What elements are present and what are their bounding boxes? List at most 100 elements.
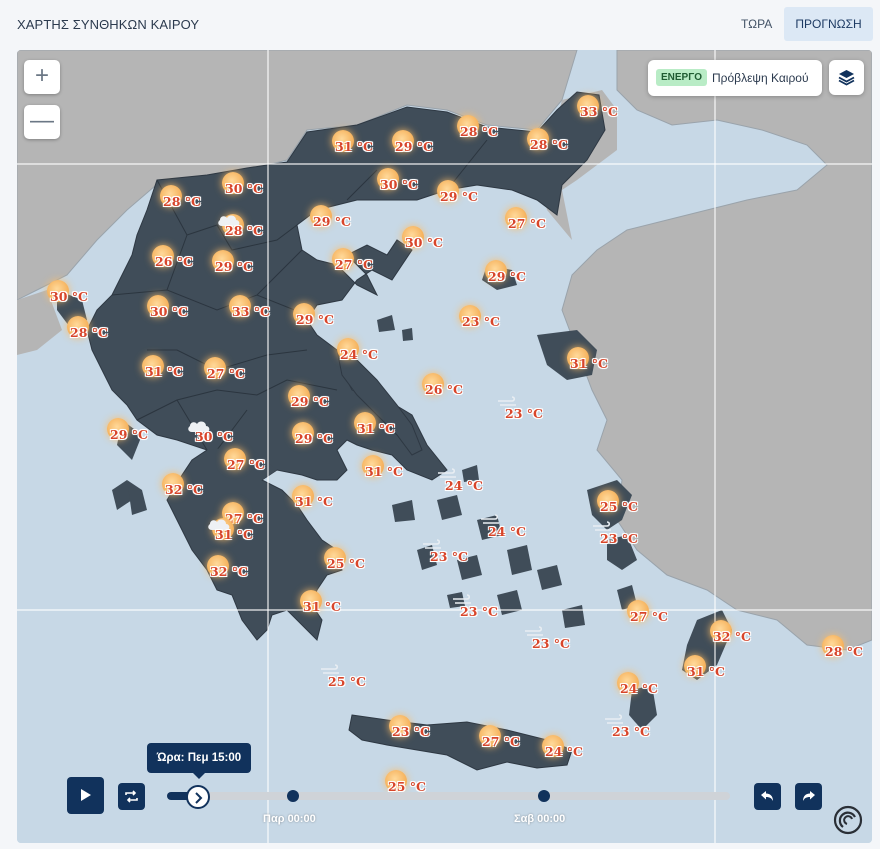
weather-marker[interactable]: 30 °C <box>377 168 437 198</box>
weather-marker[interactable]: 24 °C <box>617 672 677 702</box>
weather-marker[interactable]: 23 °C <box>525 626 589 657</box>
page-title: ΧΑΡΤΗΣ ΣΥΝΘΗΚΩΝ ΚΑΙΡΟΥ <box>17 17 200 32</box>
weather-marker[interactable]: 29 °C <box>437 180 497 210</box>
temperature-label: 32 °C <box>165 482 203 497</box>
temperature-label: 31 °C <box>357 421 395 436</box>
weather-marker[interactable]: 33 °C <box>577 95 637 125</box>
weather-marker[interactable]: 29 °C <box>292 422 352 452</box>
temperature-label: 28 °C <box>825 644 863 659</box>
weather-marker[interactable]: 24 °C <box>438 468 502 499</box>
weather-marker[interactable]: 24 °C <box>481 514 545 545</box>
weather-marker[interactable]: 32 °C <box>710 620 770 650</box>
weather-marker[interactable]: 29 °C <box>310 205 370 235</box>
status-badge: ΕΝΕΡΓΟ <box>656 69 708 86</box>
temperature-label: 25 °C <box>328 674 366 689</box>
weather-marker[interactable]: 27 °C <box>332 248 392 278</box>
weather-marker[interactable]: 27 °C <box>204 357 264 387</box>
weather-marker[interactable]: 30 °C <box>222 172 282 202</box>
weather-marker[interactable]: 23 °C <box>498 396 562 427</box>
weather-marker[interactable]: 30 °C <box>147 295 207 325</box>
weather-marker[interactable]: 31 °C <box>354 412 414 442</box>
tab-forecast[interactable]: ΠΡΟΓΝΩΣΗ <box>784 7 873 41</box>
temperature-label: 31 °C <box>335 139 373 154</box>
weather-marker[interactable]: 23 °C <box>605 714 669 745</box>
weather-marker[interactable]: 29 °C <box>485 260 545 290</box>
temperature-label: 32 °C <box>713 629 751 644</box>
temperature-label: 23 °C <box>392 724 430 739</box>
temperature-label: 30 °C <box>150 304 188 319</box>
header: ΧΑΡΤΗΣ ΣΥΝΘΗΚΩΝ ΚΑΙΡΟΥ ΤΩΡΑ ΠΡΟΓΝΩΣΗ <box>0 0 880 46</box>
weather-marker[interactable]: 33 °C <box>229 295 289 325</box>
weather-marker[interactable]: 24 °C <box>337 338 397 368</box>
temperature-label: 27 °C <box>482 734 520 749</box>
temperature-label: 29 °C <box>296 312 334 327</box>
weather-marker[interactable]: 28 °C <box>822 635 872 665</box>
step-forward-button[interactable] <box>795 783 822 810</box>
weather-marker[interactable]: 23 °C <box>389 715 449 745</box>
weather-marker[interactable]: 23 °C <box>423 539 487 570</box>
weather-marker[interactable]: 26 °C <box>152 245 212 275</box>
weather-marker[interactable]: 29 °C <box>288 385 348 415</box>
weather-marker[interactable]: 32 °C <box>162 473 222 503</box>
weather-marker[interactable]: 31 °C <box>208 518 272 548</box>
layers-button[interactable] <box>829 60 864 95</box>
undo-icon <box>761 791 773 801</box>
step-back-button[interactable] <box>754 783 781 810</box>
weather-marker[interactable]: 27 °C <box>627 600 687 630</box>
weather-marker[interactable]: 25 °C <box>324 547 384 577</box>
temperature-label: 27 °C <box>508 216 546 231</box>
play-icon <box>81 789 91 801</box>
weather-map-app: ΧΑΡΤΗΣ ΣΥΝΘΗΚΩΝ ΚΑΙΡΟΥ ΤΩΡΑ ΠΡΟΓΝΩΣΗ + —… <box>0 0 880 849</box>
weather-marker[interactable]: 31 °C <box>142 355 202 385</box>
temperature-label: 31 °C <box>303 599 341 614</box>
weather-marker[interactable]: 30 °C <box>47 280 107 310</box>
weather-marker[interactable]: 27 °C <box>479 725 539 755</box>
zoom-in-button[interactable]: + <box>24 60 60 94</box>
temperature-label: 28 °C <box>460 124 498 139</box>
weather-marker[interactable]: 25 °C <box>597 490 657 520</box>
weather-marker[interactable]: 23 °C <box>459 305 519 335</box>
temperature-label: 24 °C <box>545 744 583 759</box>
zoom-out-button[interactable]: — <box>24 105 60 139</box>
temperature-label: 23 °C <box>430 549 468 564</box>
weather-marker[interactable]: 31 °C <box>362 455 422 485</box>
weather-marker[interactable]: 27 °C <box>224 448 284 478</box>
layer-status-card[interactable]: ΕΝΕΡΓΟ Πρόβλεψη Καιρού <box>648 60 822 96</box>
weather-marker[interactable]: 29 °C <box>293 303 353 333</box>
temperature-label: 23 °C <box>532 636 570 651</box>
temperature-label: 23 °C <box>612 724 650 739</box>
weather-marker[interactable]: 25 °C <box>385 770 445 800</box>
weather-marker[interactable]: 28 °C <box>218 214 282 244</box>
temperature-label: 27 °C <box>335 257 373 272</box>
weather-marker[interactable]: 23 °C <box>453 594 517 625</box>
temperature-label: 24 °C <box>620 681 658 696</box>
weather-marker[interactable]: 29 °C <box>212 250 272 280</box>
weather-marker[interactable]: 30 °C <box>188 420 252 450</box>
weather-map[interactable]: + — ΕΝΕΡΓΟ Πρόβλεψη Καιρού 33 °C 31 °C 29 … <box>17 50 872 843</box>
weather-marker[interactable]: 31 °C <box>300 590 360 620</box>
weather-marker[interactable]: 29 °C <box>107 418 167 448</box>
tab-now[interactable]: ΤΩΡΑ <box>731 7 782 41</box>
weather-marker[interactable]: 23 °C <box>593 521 657 552</box>
weather-marker[interactable]: 31 °C <box>332 130 392 160</box>
weather-marker[interactable]: 28 °C <box>67 316 127 346</box>
weather-marker[interactable]: 29 °C <box>392 130 452 160</box>
weather-marker[interactable]: 31 °C <box>684 655 744 685</box>
weather-marker[interactable]: 32 °C <box>207 555 267 585</box>
weather-marker[interactable]: 30 °C <box>402 226 462 256</box>
weather-marker[interactable]: 28 °C <box>527 128 587 158</box>
loop-button[interactable] <box>118 783 145 810</box>
weather-marker[interactable]: 27 °C <box>505 207 565 237</box>
weather-marker[interactable]: 25 °C <box>321 664 385 695</box>
weather-marker[interactable]: 24 °C <box>542 735 602 765</box>
weather-marker[interactable]: 28 °C <box>160 185 220 215</box>
weather-marker[interactable]: 26 °C <box>422 373 482 403</box>
play-button[interactable] <box>67 777 104 814</box>
weather-marker[interactable]: 31 °C <box>292 485 352 515</box>
temperature-label: 27 °C <box>207 366 245 381</box>
weather-marker[interactable]: 31 °C <box>567 347 627 377</box>
temperature-label: 23 °C <box>462 314 500 329</box>
weather-marker[interactable]: 28 °C <box>457 115 517 145</box>
temperature-label: 23 °C <box>505 406 543 421</box>
temperature-label: 31 °C <box>215 527 253 542</box>
